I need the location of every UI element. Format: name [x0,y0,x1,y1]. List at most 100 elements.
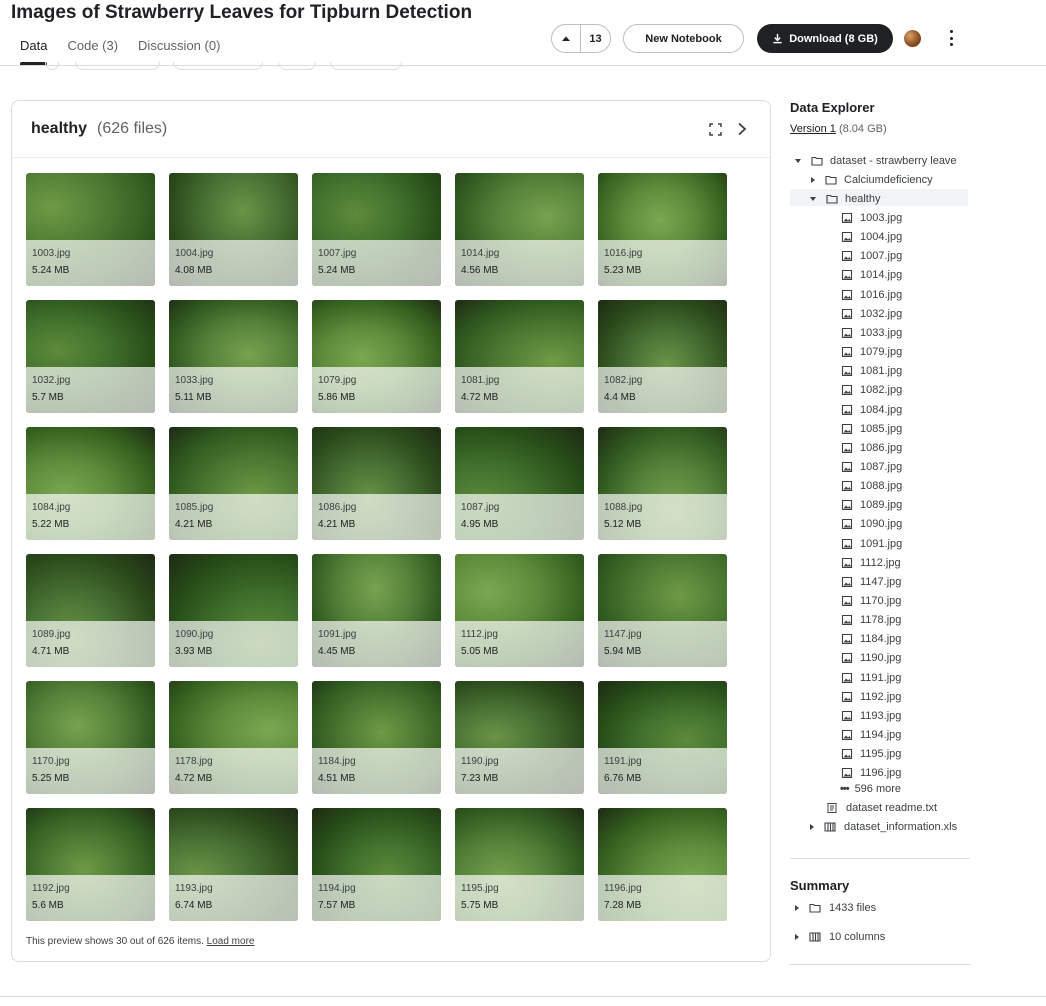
tree-file-image[interactable]: 1191.jpg [841,669,901,687]
image-tile[interactable]: 1084.jpg 5.22 MB [26,427,155,540]
image-filename: 1194.jpg [318,883,356,894]
download-button[interactable]: Download (8 GB) [757,24,893,53]
image-file-icon [841,595,853,607]
version-link[interactable]: Version 1 [790,123,836,135]
tree-file-image[interactable]: 1087.jpg [841,458,902,476]
tree-file-image[interactable]: 1190.jpg [841,649,901,667]
tree-file-image[interactable]: 1003.jpg [841,209,902,227]
tree-file-label: 1194.jpg [860,729,902,742]
image-filename: 1014.jpg [461,248,500,259]
image-tile[interactable]: 1004.jpg 4.08 MB [169,173,298,286]
tree-file-image[interactable]: 1147.jpg [841,573,901,591]
expand-right-icon [795,934,799,940]
chevron-right-icon[interactable] [736,122,748,136]
image-tile[interactable]: 1091.jpg 4.45 MB [312,554,441,667]
image-tile[interactable]: 1007.jpg 5.24 MB [312,173,441,286]
tree-file-image[interactable]: 1184.jpg [841,630,901,648]
tree-file-image[interactable]: 1195.jpg [841,745,901,763]
tree-file-image[interactable]: 1091.jpg [841,535,902,553]
image-filename: 1033.jpg [175,375,214,386]
tree-file-image[interactable]: 1178.jpg [841,611,901,629]
tree-file-image[interactable]: 1082.jpg [841,381,902,399]
image-tile[interactable]: 1085.jpg 4.21 MB [169,427,298,540]
image-tile[interactable]: 1079.jpg 5.86 MB [312,300,441,413]
tree-file-image[interactable]: 1090.jpg [841,515,902,533]
image-tile[interactable]: 1032.jpg 5.7 MB [26,300,155,413]
tree-file-readme[interactable]: dataset readme.txt [826,799,937,817]
tree-file-image[interactable]: 1004.jpg [841,228,902,246]
new-notebook-button[interactable]: New Notebook [623,24,744,53]
tree-file-image[interactable]: 1033.jpg [841,324,902,342]
image-tile[interactable]: 1089.jpg 4.71 MB [26,554,155,667]
image-tile[interactable]: 1194.jpg 7.57 MB [312,808,441,921]
image-tile[interactable]: 1003.jpg 5.24 MB [26,173,155,286]
image-caption: 1088.jpg 5.12 MB [598,494,727,540]
vote-count: 13 [589,32,602,45]
tree-file-image[interactable]: 1194.jpg [841,726,901,744]
image-tile[interactable]: 1193.jpg 6.74 MB [169,808,298,921]
load-more-link[interactable]: Load more [207,936,255,947]
image-filename: 1032.jpg [32,375,71,386]
image-tile[interactable]: 1191.jpg 6.76 MB [598,681,727,794]
summary-columns[interactable]: 10 columns [795,928,885,946]
data-explorer-title: Data Explorer [790,100,875,115]
tree-file-label: 1089.jpg [860,499,903,512]
image-file-icon [841,653,853,664]
tree-file-image[interactable]: 1007.jpg [841,247,902,265]
user-avatar[interactable] [904,30,921,47]
tree-more[interactable]: ••• 596 more [840,780,901,798]
image-tile[interactable]: 1090.jpg 3.93 MB [169,554,298,667]
tab-data[interactable]: Data [20,36,48,65]
image-tile[interactable]: 1192.jpg 5.6 MB [26,808,155,921]
image-file-icon [841,615,853,626]
image-tile[interactable]: 1170.jpg 5.25 MB [26,681,155,794]
tree-file-image[interactable]: 1079.jpg [841,343,902,361]
tree-file-image[interactable]: 1014.jpg [841,266,902,284]
tree-file-info[interactable]: dataset_information.xls [810,818,957,836]
tree-file-image[interactable]: 1112.jpg [841,554,901,572]
image-tile[interactable]: 1184.jpg 4.51 MB [312,681,441,794]
image-tile[interactable]: 1178.jpg 4.72 MB [169,681,298,794]
image-tile[interactable]: 1033.jpg 5.11 MB [169,300,298,413]
image-filename: 1088.jpg [604,502,643,513]
tree-file-image[interactable]: 1192.jpg [841,688,901,706]
upvote-button[interactable] [552,25,581,52]
image-tile[interactable]: 1112.jpg 5.05 MB [455,554,584,667]
image-tile[interactable]: 1190.jpg 7.23 MB [455,681,584,794]
tree-file-image[interactable]: 1170.jpg [841,592,901,610]
image-file-icon [841,461,853,472]
tree-file-label: 1032.jpg [860,307,903,320]
tree-root-folder[interactable]: dataset - strawberry leave [795,152,957,170]
tree-file-image[interactable]: 1081.jpg [841,362,902,380]
tree-file-label: 1081.jpg [860,365,903,378]
image-tile[interactable]: 1195.jpg 5.75 MB [455,808,584,921]
image-tile[interactable]: 1016.jpg 5.23 MB [598,173,727,286]
image-tile[interactable]: 1087.jpg 4.95 MB [455,427,584,540]
tree-file-image[interactable]: 1086.jpg [841,439,902,457]
image-tile[interactable]: 1081.jpg 4.72 MB [455,300,584,413]
tree-file-image[interactable]: 1085.jpg [841,420,902,438]
tree-file-image[interactable]: 1032.jpg [841,305,902,323]
image-tile[interactable]: 1086.jpg 4.21 MB [312,427,441,540]
tab-discussion[interactable]: Discussion (0) [138,36,220,62]
image-filename: 1112.jpg [461,629,498,640]
image-tile[interactable]: 1088.jpg 5.12 MB [598,427,727,540]
fullscreen-icon[interactable] [709,123,722,136]
tree-file-image[interactable]: 1084.jpg [841,401,902,419]
image-tile[interactable]: 1082.jpg 4.4 MB [598,300,727,413]
tree-folder-calciumdeficiency[interactable]: Calciumdeficiency [811,171,933,189]
image-tile[interactable]: 1196.jpg 7.28 MB [598,808,727,921]
tree-root-label: dataset - strawberry leave [830,155,957,167]
tree-file-image[interactable]: 1088.jpg [841,477,902,495]
tab-code[interactable]: Code (3) [67,36,118,62]
tree-file-image[interactable]: 1193.jpg [841,707,901,725]
more-options-icon[interactable] [944,29,958,47]
image-tile[interactable]: 1014.jpg 4.56 MB [455,173,584,286]
tree-file-image[interactable]: 1016.jpg [841,286,902,304]
summary-files[interactable]: 1433 files [795,899,876,917]
image-filename: 1082.jpg [604,375,643,386]
image-tile[interactable]: 1147.jpg 5.94 MB [598,554,727,667]
tree-folder-healthy[interactable]: healthy [810,190,880,208]
preview-note: This preview shows 30 out of 626 items. … [26,936,254,947]
tree-file-image[interactable]: 1089.jpg [841,496,902,514]
